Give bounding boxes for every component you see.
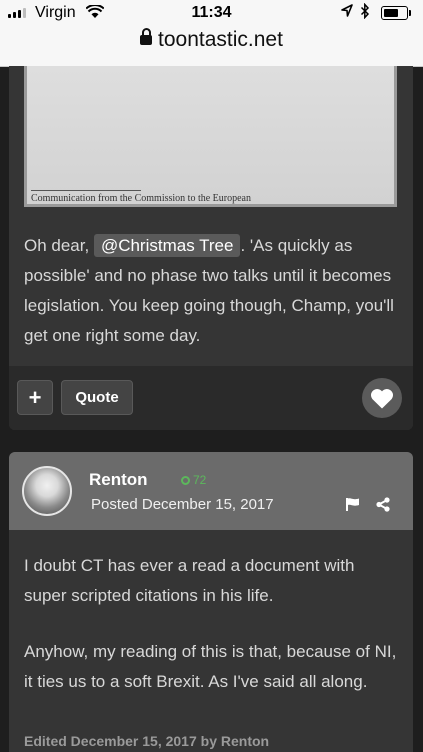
- post-header: Renton 72 Posted December 15, 2017: [9, 452, 413, 530]
- edited-note: Edited December 15, 2017 by Renton: [24, 733, 270, 749]
- post-paragraph: Anyhow, my reading of this is that, beca…: [24, 642, 397, 691]
- url-text[interactable]: toontastic.net: [158, 28, 283, 51]
- battery-icon: [381, 6, 411, 20]
- attached-document-image[interactable]: Communication from the Commission to the…: [24, 66, 397, 207]
- post-date[interactable]: Posted December 15, 2017: [91, 496, 274, 513]
- status-bar: Virgin 11:34: [0, 0, 423, 26]
- lock-icon: [140, 28, 153, 45]
- user-mention[interactable]: @Christmas Tree: [93, 234, 241, 257]
- like-button[interactable]: [362, 378, 402, 418]
- location-arrow-icon: [341, 4, 353, 20]
- multiquote-button[interactable]: +: [17, 380, 53, 415]
- reputation-icon: [181, 476, 190, 485]
- battery-fill: [384, 9, 398, 17]
- browser-chrome: Virgin 11:34 toontastic.net: [0, 0, 423, 67]
- avatar[interactable]: [22, 466, 72, 516]
- post-body: Oh dear, @Christmas Tree. 'As quickly as…: [24, 231, 399, 351]
- post-card: Renton 72 Posted December 15, 2017 I dou…: [9, 452, 413, 752]
- author-name[interactable]: Renton: [89, 470, 148, 490]
- heart-icon: [370, 388, 394, 408]
- post-paragraph: I doubt CT has ever a read a document wi…: [24, 556, 355, 605]
- reputation-count: 72: [193, 473, 207, 487]
- bluetooth-icon: [360, 2, 370, 23]
- reputation-badge: 72: [181, 473, 206, 487]
- document-caption: Communication from the Commission to the…: [31, 190, 251, 204]
- post-card: Communication from the Commission to the…: [9, 66, 413, 430]
- post-text-start: Oh dear,: [24, 236, 94, 255]
- quote-button[interactable]: Quote: [61, 380, 133, 415]
- url-bar[interactable]: toontastic.net: [0, 28, 423, 52]
- post-actions: + Quote: [9, 366, 413, 430]
- post-body: I doubt CT has ever a read a document wi…: [24, 551, 399, 723]
- share-icon[interactable]: [376, 497, 390, 517]
- flag-icon[interactable]: [345, 497, 361, 517]
